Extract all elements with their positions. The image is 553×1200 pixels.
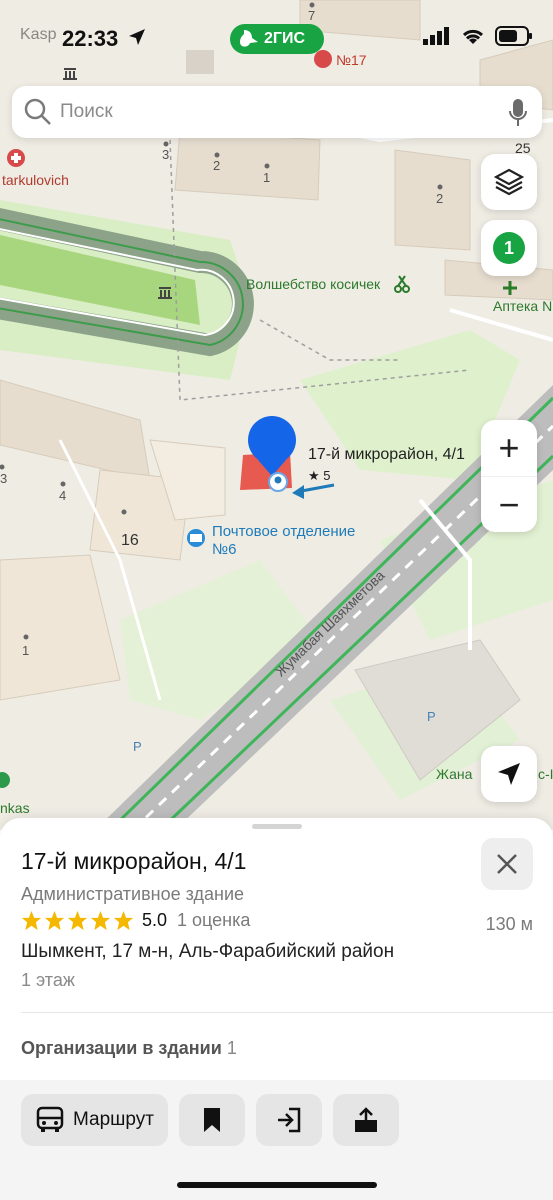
place-category: Административное здание	[21, 884, 245, 904]
entrance-button[interactable]	[256, 1094, 322, 1146]
place-address: Шымкент, 17 м-н, Аль-Фарабийский район	[21, 941, 395, 962]
route-button[interactable]: Маршрут	[21, 1094, 168, 1146]
house-number: 16	[121, 532, 139, 549]
parking-icon: P	[427, 709, 436, 724]
results-count-badge: 1	[493, 232, 525, 264]
organizations-count: 1	[226, 1038, 237, 1058]
wifi-icon	[462, 29, 484, 44]
back-to-app-label[interactable]: Kasp	[20, 26, 56, 44]
close-icon	[497, 854, 517, 874]
bookmark-button[interactable]	[179, 1094, 245, 1146]
poi-label-jana[interactable]: Жана	[436, 766, 472, 782]
place-card[interactable]: 17-й микрорайон, 4/1 Административное зд…	[0, 818, 553, 1200]
star-icon	[44, 910, 65, 931]
house-number: 1	[22, 643, 30, 658]
rating-count[interactable]: 1 оценка	[177, 910, 250, 931]
house-number: 3	[0, 471, 8, 486]
organizations-in-building[interactable]: Организации в здании 1	[21, 1038, 237, 1059]
close-button[interactable]	[481, 838, 533, 890]
star-icon	[113, 910, 134, 931]
signal-icon	[423, 27, 449, 45]
status-time: 22:33	[62, 26, 119, 51]
star-icon	[21, 910, 42, 931]
zoom-out-button[interactable]: −	[481, 476, 537, 532]
poi-label-post-office[interactable]: Почтовое отделение №6	[212, 523, 355, 559]
post-office-line1: Почтовое отделение	[212, 523, 356, 540]
selected-place-rating: ★ 5	[308, 468, 331, 483]
post-office-line2: №6	[212, 541, 237, 558]
poi-label-tarkulovich[interactable]: tarkulovich	[2, 172, 69, 188]
action-bar: Маршрут	[0, 1080, 553, 1200]
brand-name: 2ГИС	[264, 30, 306, 47]
battery-icon	[495, 26, 532, 46]
rating-stars	[21, 910, 134, 931]
sheet-grabber[interactable]	[252, 824, 302, 829]
poi-label-nkas[interactable]: nkas	[0, 800, 30, 816]
poi-label-hair-salon[interactable]: Волшебство косичек	[246, 276, 380, 292]
house-number: 1	[263, 170, 271, 185]
brand-badge: 2ГИС	[230, 24, 324, 54]
search-icon	[24, 98, 51, 125]
house-number: 2	[436, 191, 444, 206]
organizations-label: Организации в здании	[21, 1038, 222, 1058]
location-arrow-icon	[129, 29, 145, 45]
poi-label-pharmacy[interactable]: Аптека N	[493, 298, 552, 314]
zoom-controls: + −	[481, 420, 537, 532]
rating-row[interactable]: 5.0 1 оценка	[21, 910, 250, 931]
share-icon	[355, 1107, 377, 1132]
map-view[interactable]: 3 2 1 2 25 7 16 4 1 3 tarkulovich №17 Во…	[0, 0, 553, 830]
bookmark-icon	[204, 1108, 220, 1132]
entrance-icon	[278, 1107, 301, 1133]
status-bar: Kasp 22:33 2ГИС	[0, 0, 553, 76]
route-label: Маршрут	[73, 1109, 154, 1130]
results-count-button[interactable]: 1	[481, 220, 537, 276]
zoom-in-button[interactable]: +	[481, 420, 537, 476]
divider	[21, 1012, 553, 1013]
house-number: 2	[213, 158, 221, 173]
distance: 130 м	[485, 914, 533, 934]
search-input[interactable]: Поиск	[60, 101, 113, 123]
parking-icon: P	[133, 739, 142, 754]
poi-label-jana-suffix[interactable]: с-I	[538, 766, 553, 782]
place-title: 17-й микрорайон, 4/1	[21, 848, 247, 874]
navigation-arrow-icon	[498, 763, 520, 785]
selected-place-label[interactable]: 17-й микрорайон, 4/1	[308, 446, 465, 464]
star-icon	[67, 910, 88, 931]
rating-value: 5.0	[142, 910, 168, 930]
house-number: 3	[162, 147, 170, 162]
bus-icon	[36, 1106, 64, 1132]
floor-count: 1 этаж	[21, 970, 75, 990]
my-location-button[interactable]	[481, 746, 537, 802]
share-button[interactable]	[333, 1094, 399, 1146]
layers-button[interactable]	[481, 154, 537, 210]
microphone-icon[interactable]	[508, 98, 528, 128]
house-number: 4	[59, 488, 67, 503]
home-indicator[interactable]	[177, 1182, 377, 1188]
brand-logo-icon	[240, 30, 258, 47]
layers-icon	[494, 168, 524, 196]
search-bar[interactable]: Поиск	[12, 86, 542, 138]
star-icon	[90, 910, 111, 931]
